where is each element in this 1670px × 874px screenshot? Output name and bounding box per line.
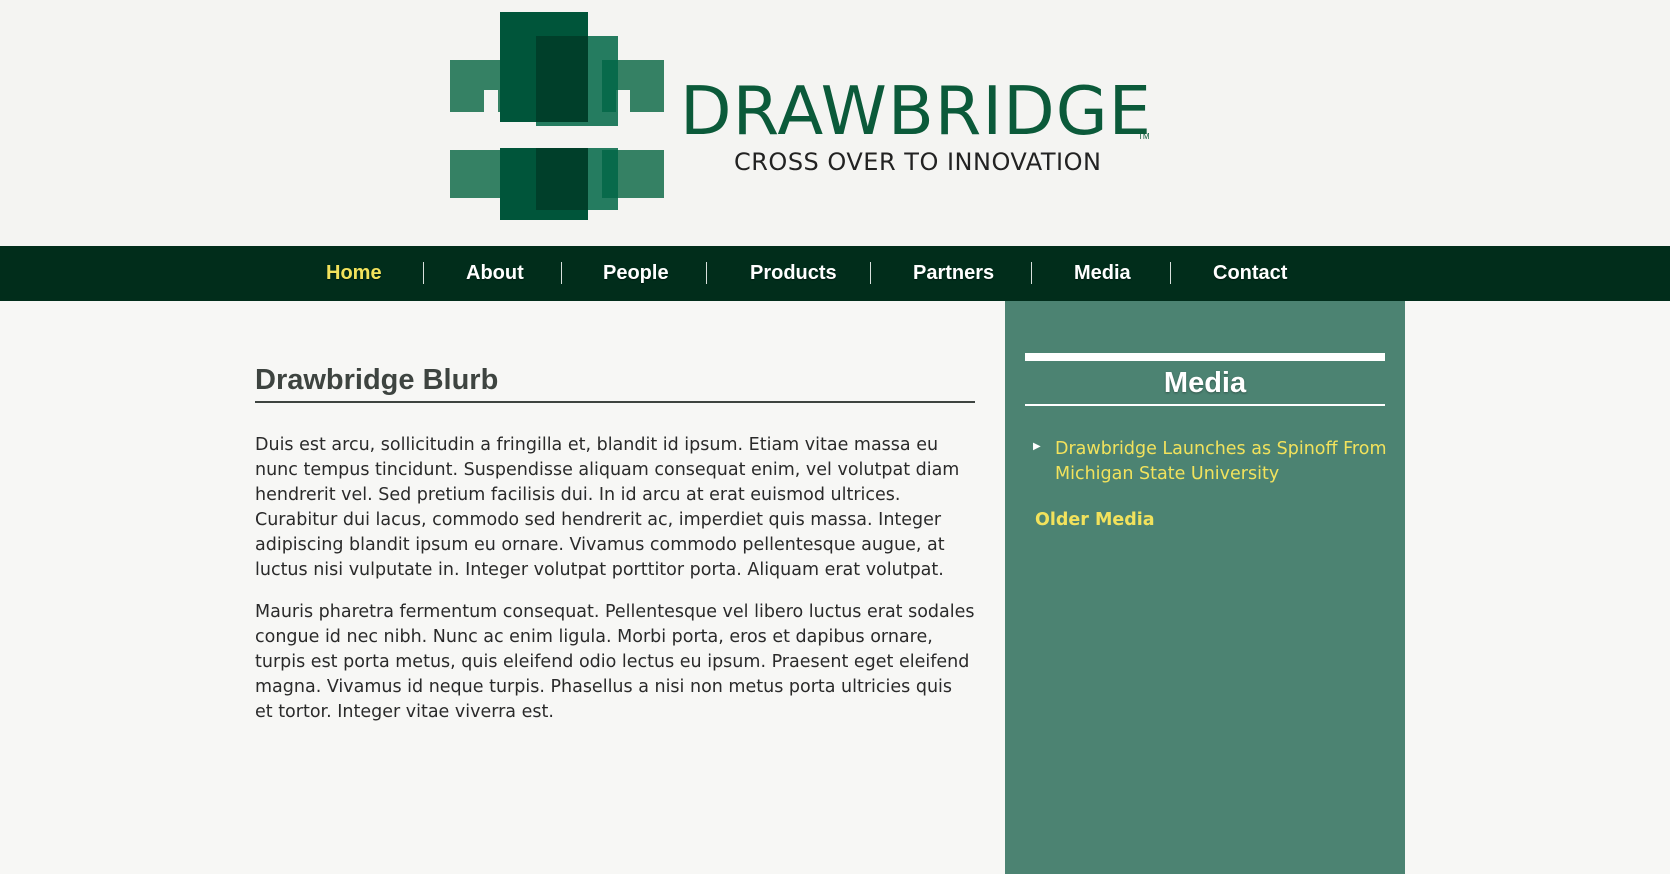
nav-item-home[interactable]: Home — [326, 246, 382, 301]
nav-item-products[interactable]: Products — [750, 246, 837, 301]
trademark-symbol: TM — [1138, 132, 1150, 141]
media-sidebar: Media ▶ Drawbridge Launches as Spinoff F… — [1005, 301, 1405, 874]
page-title: Drawbridge Blurb — [255, 364, 975, 404]
sidebar-title: Media — [1163, 367, 1247, 399]
nav-divider — [706, 262, 707, 284]
nav-divider — [561, 262, 562, 284]
nav-item-about[interactable]: About — [466, 246, 524, 301]
older-media-link[interactable]: Older Media — [1035, 510, 1155, 530]
site-header: DRAWBRIDGE TM CROSS OVER TO INNOVATION — [0, 0, 1670, 246]
nav-divider — [1031, 262, 1032, 284]
nav-divider — [1170, 262, 1171, 284]
drawbridge-emblem-icon — [450, 12, 664, 220]
brand-name: DRAWBRIDGE — [680, 72, 1152, 150]
main-content: Drawbridge Blurb Duis est arcu, sollicit… — [255, 364, 975, 725]
nav-divider — [423, 262, 424, 284]
body-paragraph: Mauris pharetra fermentum consequat. Pel… — [255, 602, 975, 723]
nav-item-contact[interactable]: Contact — [1213, 246, 1287, 301]
body-paragraph: Duis est arcu, sollicitudin a fringilla … — [255, 435, 960, 581]
brand-tagline: CROSS OVER TO INNOVATION — [734, 148, 1102, 176]
sidebar-divider — [1025, 404, 1385, 406]
nav-item-media[interactable]: Media — [1074, 246, 1131, 301]
drawbridge-logo[interactable]: DRAWBRIDGE TM CROSS OVER TO INNOVATION — [450, 10, 1170, 220]
main-navigation: Home About People Products Partners Medi… — [0, 246, 1670, 301]
sidebar-divider — [1025, 353, 1385, 361]
bullet-triangle-icon: ▶ — [1033, 441, 1041, 452]
nav-divider — [870, 262, 871, 284]
media-link[interactable]: Drawbridge Launches as Spinoff From Mich… — [1055, 437, 1415, 487]
nav-item-people[interactable]: People — [603, 246, 669, 301]
nav-item-partners[interactable]: Partners — [913, 246, 994, 301]
